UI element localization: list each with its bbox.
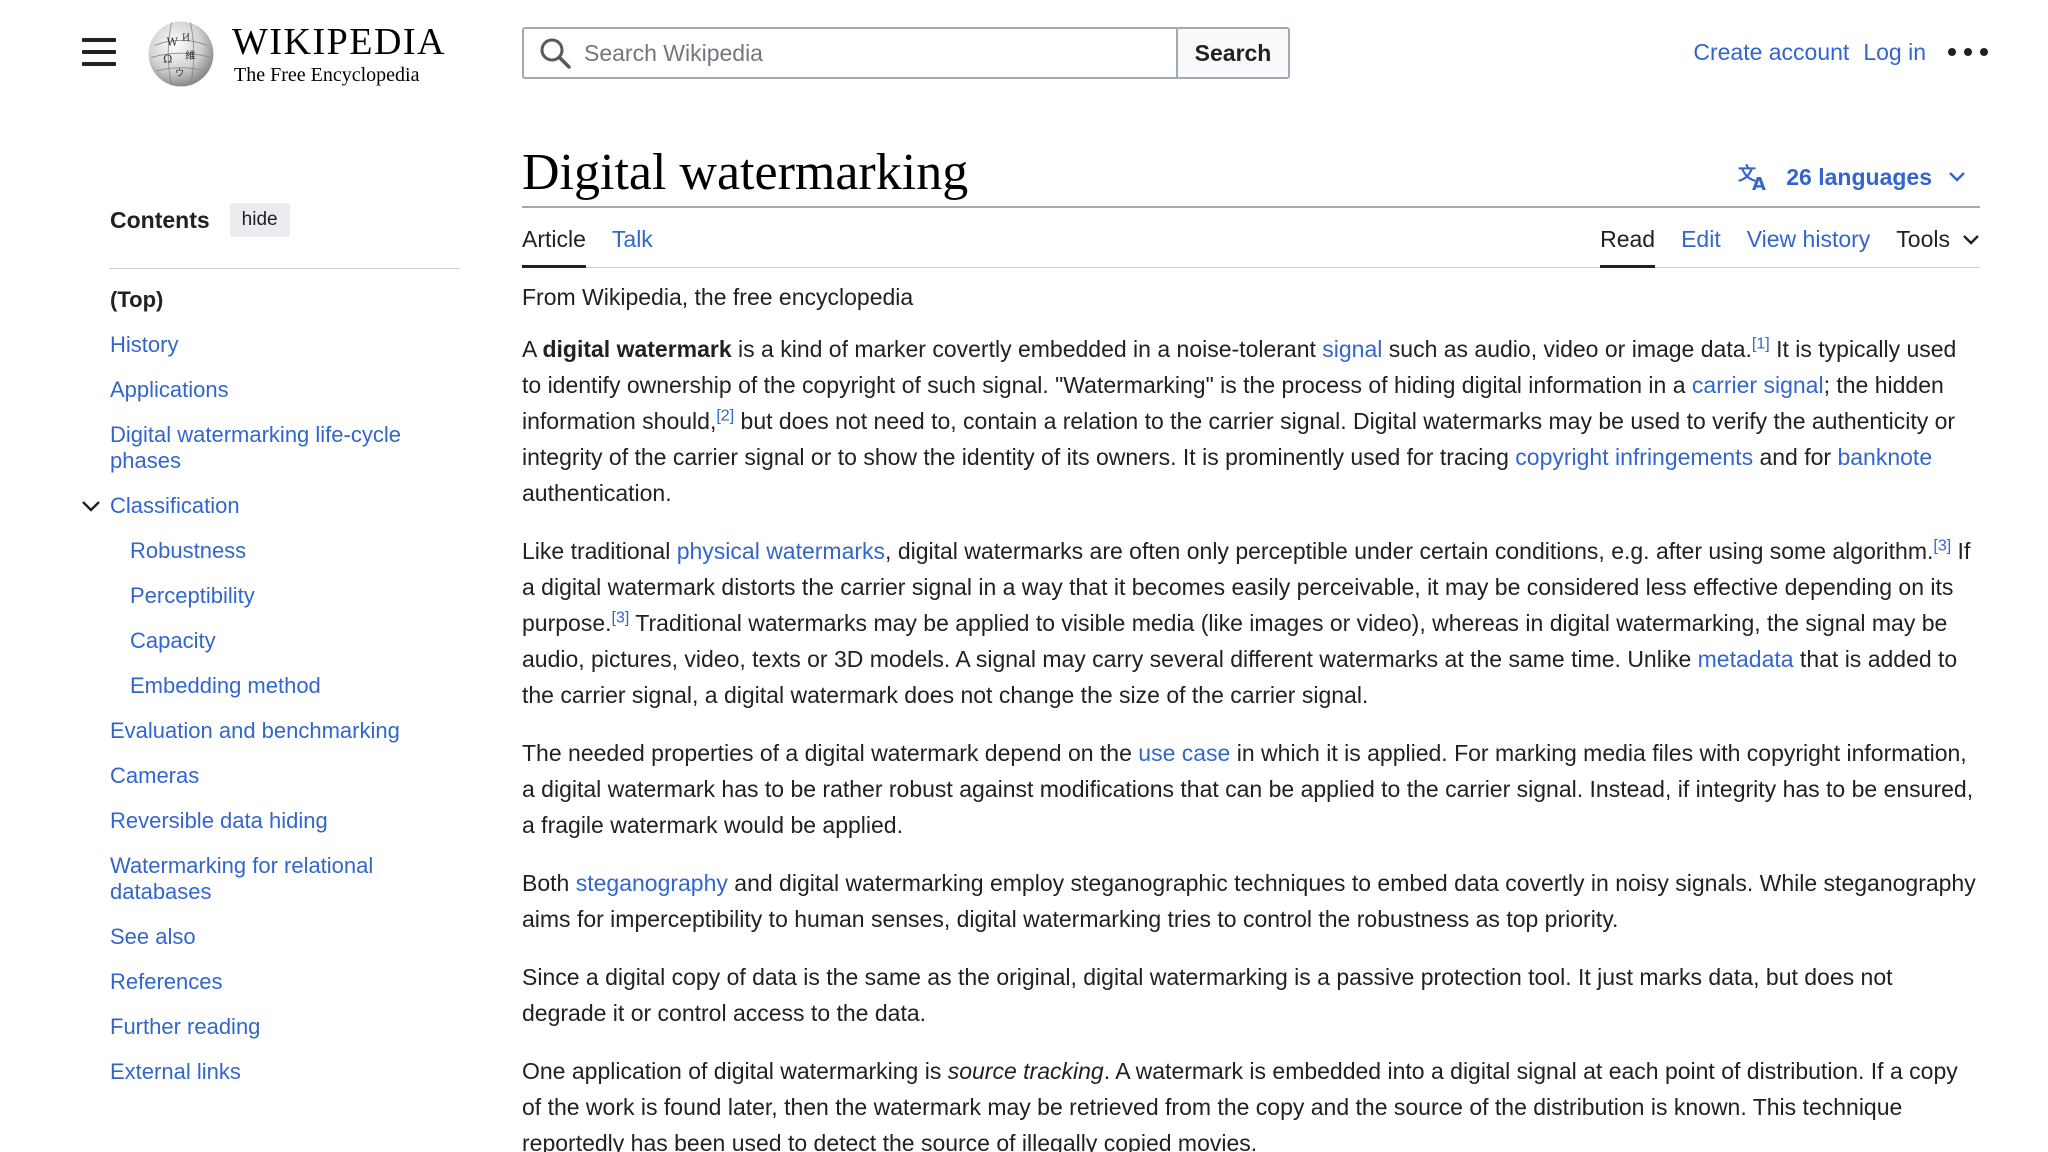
tab-view-history[interactable]: View history (1747, 226, 1871, 268)
toc-item-relational-databases[interactable]: Watermarking for relational databases (110, 853, 460, 905)
tools-menu[interactable]: Tools (1896, 226, 1980, 268)
search-button[interactable]: Search (1176, 27, 1290, 79)
search-input[interactable] (584, 39, 1144, 67)
link-steganography[interactable]: steganography (576, 870, 728, 896)
tab-read[interactable]: Read (1600, 226, 1656, 268)
svg-text:W: W (166, 35, 178, 48)
languages-button[interactable]: 文 A 26 languages (1738, 162, 1980, 192)
svg-text:Ω: Ω (163, 53, 172, 66)
italic-term: source tracking (947, 1058, 1104, 1084)
toc-item-references[interactable]: References (110, 969, 460, 995)
site-subtitle: From Wikipedia, the free encyclopedia (522, 284, 914, 310)
svg-text:A: A (1752, 174, 1766, 192)
table-of-contents: Contents hide (Top) History Applications… (82, 203, 460, 1104)
languages-label: 26 languages (1786, 163, 1932, 190)
paragraph-5: Since a digital copy of data is the same… (522, 964, 1893, 1026)
search-form: Search (522, 27, 1290, 79)
toc-list: (Top) History Applications Digital water… (82, 287, 460, 1085)
link-signal[interactable]: signal (1322, 336, 1382, 362)
reference-3[interactable]: [3] (1933, 537, 1951, 554)
toc-item-cameras[interactable]: Cameras (110, 763, 460, 789)
toc-item-history[interactable]: History (110, 332, 460, 358)
link-metadata[interactable]: metadata (1698, 646, 1794, 672)
create-account-link[interactable]: Create account (1693, 39, 1849, 66)
site-header: W И Ω 維 ウ WIKIPEDIA The Free Encyclopedi… (0, 0, 2048, 106)
wikipedia-logo[interactable]: W И Ω 維 ウ WIKIPEDIA The Free Encyclopedi… (146, 14, 446, 94)
toc-item-perceptibility[interactable]: Perceptibility (130, 583, 460, 609)
toc-item-see-also[interactable]: See also (110, 924, 460, 950)
user-links: Create account Log in (1679, 38, 1988, 66)
toc-item-classification[interactable]: Classification (82, 493, 460, 519)
paragraph-2: Like traditional physical watermarks, di… (522, 537, 1971, 708)
svg-text:И: И (182, 32, 190, 43)
toc-item-label: Classification (110, 493, 240, 518)
wordmark-title: WIKIPEDIA (231, 20, 446, 63)
bold-term: digital watermark (542, 336, 732, 362)
tab-talk[interactable]: Talk (612, 226, 653, 268)
page-tabs: Article Talk Read Edit View history Tool… (522, 208, 1980, 268)
main-menu-icon[interactable] (82, 38, 116, 68)
toc-item-top[interactable]: (Top) (110, 287, 460, 313)
toc-item-applications[interactable]: Applications (110, 377, 460, 403)
toc-item-robustness[interactable]: Robustness (130, 538, 460, 564)
chevron-down-icon (1963, 234, 1979, 245)
paragraph-1: A digital watermark is a kind of marker … (522, 335, 1957, 506)
link-use-case[interactable]: use case (1138, 740, 1230, 766)
paragraph-6: One application of digital watermarking … (522, 1058, 1958, 1152)
tools-label: Tools (1896, 226, 1950, 252)
reference-3b[interactable]: [3] (612, 609, 630, 626)
toc-header: Contents hide (110, 203, 460, 269)
paragraph-4: Both steganography and digital watermark… (522, 870, 1976, 932)
link-copyright-infringements[interactable]: copyright infringements (1515, 444, 1753, 470)
reference-2[interactable]: [2] (716, 407, 734, 424)
svg-text:ウ: ウ (175, 68, 184, 79)
search-icon (540, 38, 571, 69)
toc-item-life-cycle-phases[interactable]: Digital watermarking life-cycle phases (110, 422, 460, 474)
link-carrier-signal[interactable]: carrier signal (1692, 372, 1824, 398)
wikipedia-globe-icon: W И Ω 維 ウ (148, 21, 214, 87)
toc-item-capacity[interactable]: Capacity (130, 628, 460, 654)
chevron-down-icon[interactable] (80, 495, 102, 517)
toc-item-evaluation[interactable]: Evaluation and benchmarking (110, 718, 460, 744)
chevron-down-icon (1949, 172, 1965, 182)
article-main: Digital watermarking 文 A 26 languages Ar… (522, 140, 1980, 1152)
toc-hide-button[interactable]: hide (229, 203, 290, 237)
tab-article[interactable]: Article (522, 226, 586, 268)
paragraph-3: The needed properties of a digital water… (522, 740, 1974, 838)
more-options-icon[interactable] (1948, 38, 1988, 66)
toc-item-embedding-method[interactable]: Embedding method (130, 673, 460, 699)
wordmark-tagline: The Free Encyclopedia (233, 63, 420, 86)
toc-item-external-links[interactable]: External links (110, 1059, 460, 1085)
reference-1[interactable]: [1] (1752, 335, 1770, 352)
title-row: Digital watermarking 文 A 26 languages (522, 140, 1980, 208)
svg-text:維: 維 (185, 49, 195, 62)
log-in-link[interactable]: Log in (1863, 39, 1926, 66)
tab-edit[interactable]: Edit (1681, 226, 1721, 268)
toc-item-further-reading[interactable]: Further reading (110, 1014, 460, 1040)
link-physical-watermarks[interactable]: physical watermarks (677, 538, 885, 564)
link-banknote[interactable]: banknote (1837, 444, 1932, 470)
toc-title: Contents (110, 206, 210, 233)
search-box (522, 27, 1176, 79)
language-icon: 文 A (1738, 163, 1766, 192)
toc-item-reversible-data-hiding[interactable]: Reversible data hiding (110, 808, 460, 834)
